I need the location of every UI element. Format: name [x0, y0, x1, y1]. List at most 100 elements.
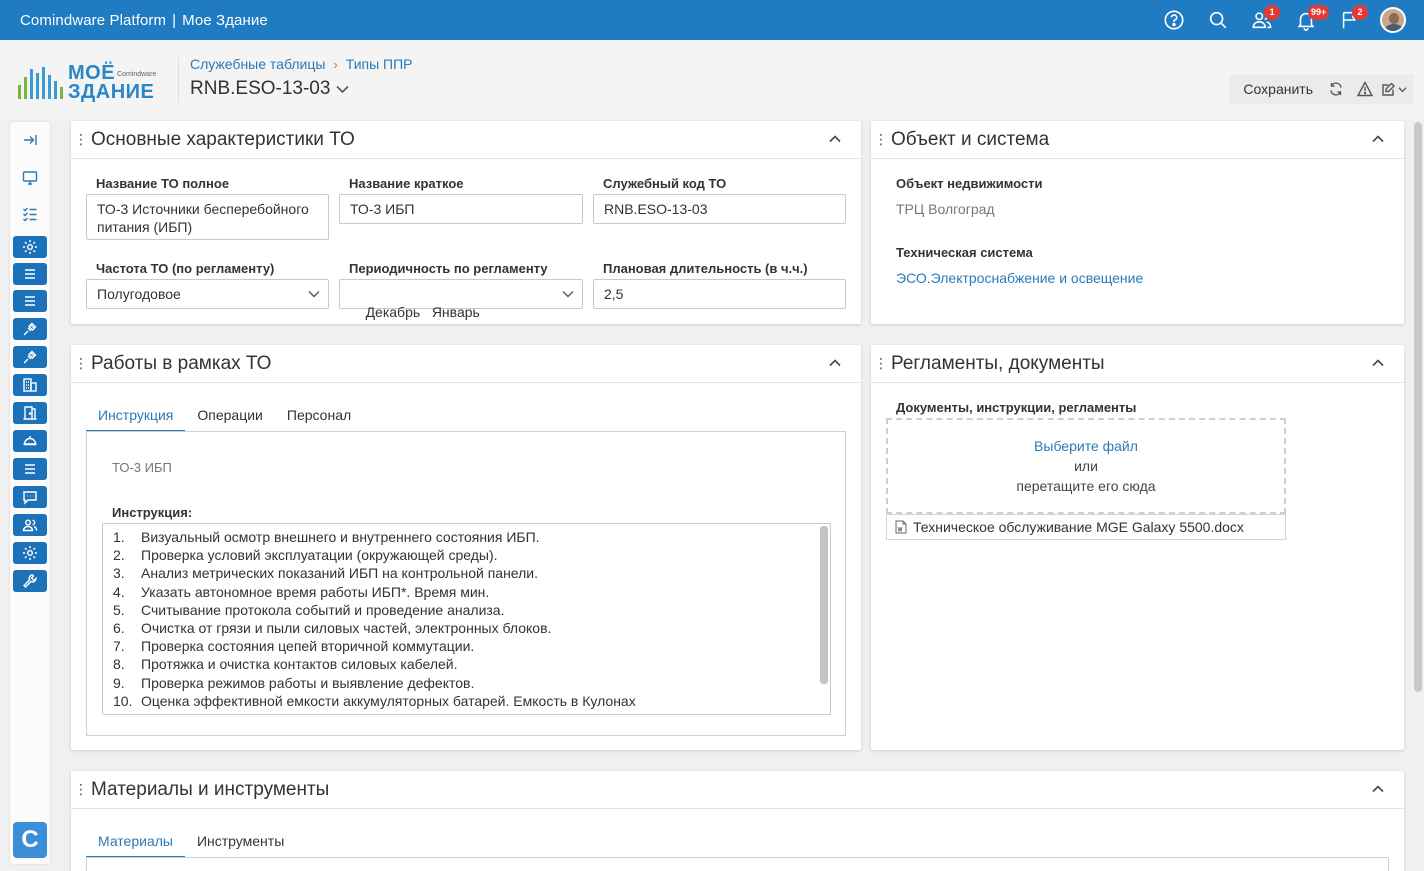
sidebar-item-list-1[interactable] — [13, 263, 47, 285]
door-icon — [23, 406, 37, 420]
page-scrollbar[interactable] — [1414, 122, 1422, 692]
step-number: 10. — [113, 692, 133, 709]
app-logo[interactable]: МОЁ Comindware ЗДАНИЕ — [18, 62, 163, 103]
sidebar-item-wrench[interactable] — [13, 570, 47, 592]
buildings-icon — [23, 378, 37, 392]
documents-label: Документы, инструкции, регламенты — [896, 400, 1137, 415]
sidebar-item-tools-2[interactable] — [13, 346, 47, 368]
sidebar-item-messages[interactable] — [13, 486, 47, 508]
panel-header: ⋮ Объект и система — [871, 121, 1404, 159]
sidebar-item-door[interactable] — [13, 402, 47, 424]
drag-handle-icon[interactable]: ⋮ — [71, 355, 91, 372]
sidebar-item-desktop[interactable] — [14, 166, 46, 190]
collapse-icon[interactable] — [1370, 355, 1386, 371]
sidebar-item-helmet[interactable] — [13, 430, 47, 452]
file-dropzone[interactable]: Выберите файл или перетащите его сюда — [886, 418, 1286, 514]
warning-icon — [1356, 81, 1373, 97]
drag-handle-icon[interactable]: ⋮ — [71, 131, 91, 148]
flags-button[interactable]: 2 — [1328, 0, 1372, 40]
drag-handle-icon[interactable]: ⋮ — [871, 355, 891, 372]
service-code-field[interactable]: RNB.ESO-13-03 — [593, 194, 846, 224]
panel-header: ⋮ Основные характеристики ТО — [71, 121, 861, 159]
full-name-field[interactable]: ТО-3 Источники бесперебойного питания (И… — [86, 194, 329, 240]
choose-file-link[interactable]: Выберите файл — [888, 436, 1284, 456]
header-divider — [178, 58, 179, 102]
refresh-button[interactable] — [1321, 74, 1350, 104]
collapse-icon[interactable] — [1370, 131, 1386, 147]
edit-menu-button[interactable] — [1379, 74, 1408, 104]
tab-personnel[interactable]: Персонал — [275, 407, 363, 432]
save-button[interactable]: Сохранить — [1235, 81, 1321, 97]
drag-handle-icon[interactable]: ⋮ — [871, 131, 891, 148]
panel-title: Основные характеристики ТО — [91, 128, 355, 150]
panel-regulations-documents: ⋮ Регламенты, документы Документы, инстр… — [871, 345, 1404, 750]
system-link[interactable]: ЭСО.Электроснабжение и освещение — [896, 270, 1143, 286]
step-text: Проверка состояния цепей вторичной комму… — [141, 638, 475, 655]
collapse-icon[interactable] — [1370, 781, 1386, 797]
help-button[interactable] — [1152, 0, 1196, 40]
breadcrumb-ppr-types[interactable]: Типы ППР — [346, 56, 413, 72]
notifications-badge: 99+ — [1308, 5, 1330, 20]
plug-icon — [23, 350, 37, 364]
property-value: ТРЦ Волгоград — [896, 201, 995, 217]
panel-title: Работы в рамках ТО — [91, 352, 272, 374]
list-icon — [25, 464, 35, 474]
sidebar-item-list-2[interactable] — [13, 290, 47, 312]
sidebar-expand-button[interactable] — [14, 128, 46, 152]
chevron-down-icon — [562, 291, 574, 298]
duration-field[interactable]: 2,5 — [593, 279, 846, 309]
materials-tabs: Материалы Инструменты — [86, 833, 296, 858]
sidebar-item-tasks[interactable] — [14, 202, 46, 226]
panel-header: ⋮ Регламенты, документы — [871, 345, 1404, 383]
user-avatar[interactable] — [1380, 7, 1406, 33]
instruction-step: 5. Считывание протокола событий и проведе… — [113, 601, 820, 619]
notifications-button[interactable]: 99+ — [1284, 0, 1330, 40]
step-number: 3. — [113, 565, 125, 582]
step-text: Считывание протокола событий и проведени… — [141, 601, 505, 618]
step-text: Очистка от грязи и пыли силовых частей, … — [141, 620, 552, 637]
search-icon — [1209, 11, 1227, 29]
tab-instruction[interactable]: Инструкция — [86, 407, 186, 432]
collapse-icon[interactable] — [827, 131, 843, 147]
collapse-icon[interactable] — [827, 355, 843, 371]
users-button[interactable]: 1 — [1240, 0, 1284, 40]
people-icon — [22, 519, 38, 532]
attached-file[interactable]: Техническое обслуживание MGE Galaxy 5500… — [886, 514, 1286, 540]
system-label: Техническая система — [896, 245, 1033, 260]
warning-button[interactable] — [1350, 74, 1379, 104]
sidebar-item-tools-1[interactable] — [13, 318, 47, 340]
works-tabs: Инструкция Операции Персонал — [86, 407, 363, 432]
breadcrumb-service-tables[interactable]: Служебные таблицы — [190, 56, 325, 72]
search-button[interactable] — [1196, 0, 1240, 40]
logo-bars-icon — [18, 67, 63, 99]
periodicity-value: Декабрь Январь — [365, 304, 480, 320]
record-title[interactable]: RNB.ESO-13-03 — [190, 78, 350, 100]
instruction-textarea[interactable]: 1. Визуальный осмотр внешнего и внутренне… — [102, 523, 831, 715]
help-icon — [1164, 10, 1184, 30]
periodicity-select[interactable]: Декабрь Январь — [339, 279, 583, 320]
tab-operations[interactable]: Операции — [185, 407, 275, 432]
gear-icon — [23, 546, 37, 560]
sidebar-item-settings[interactable] — [13, 236, 47, 258]
short-name-field[interactable]: ТО-3 ИБП — [339, 194, 583, 224]
sidebar-item-settings-2[interactable] — [13, 542, 47, 564]
panel-materials-tools: ⋮ Материалы и инструменты Материалы Инст… — [71, 771, 1404, 871]
platform-brand[interactable]: Comindware Platform | Мое Здание — [0, 12, 268, 29]
tab-tools[interactable]: Инструменты — [185, 833, 296, 858]
step-number: 7. — [113, 638, 125, 655]
step-text: Анализ метрических показаний ИБП на конт… — [141, 565, 539, 582]
sidebar-item-buildings[interactable] — [13, 374, 47, 396]
sidebar-item-list-3[interactable] — [13, 458, 47, 480]
brand-separator: | — [172, 11, 177, 29]
textarea-scrollbar[interactable] — [820, 526, 828, 684]
tab-materials[interactable]: Материалы — [86, 833, 185, 858]
sidebar-item-people[interactable] — [13, 514, 47, 536]
platform-name: Comindware Platform — [20, 11, 167, 29]
logo-line2: ЗДАНИЕ — [68, 81, 155, 103]
frequency-select[interactable]: Полугодовое — [86, 279, 329, 309]
top-icons: 1 99+ 2 — [1152, 0, 1424, 40]
checklist-icon — [23, 207, 37, 222]
comindware-launcher-button[interactable]: C — [13, 822, 47, 858]
top-bar: Comindware Platform | Мое Здание 1 99+ 2 — [0, 0, 1424, 40]
drag-handle-icon[interactable]: ⋮ — [71, 781, 91, 798]
